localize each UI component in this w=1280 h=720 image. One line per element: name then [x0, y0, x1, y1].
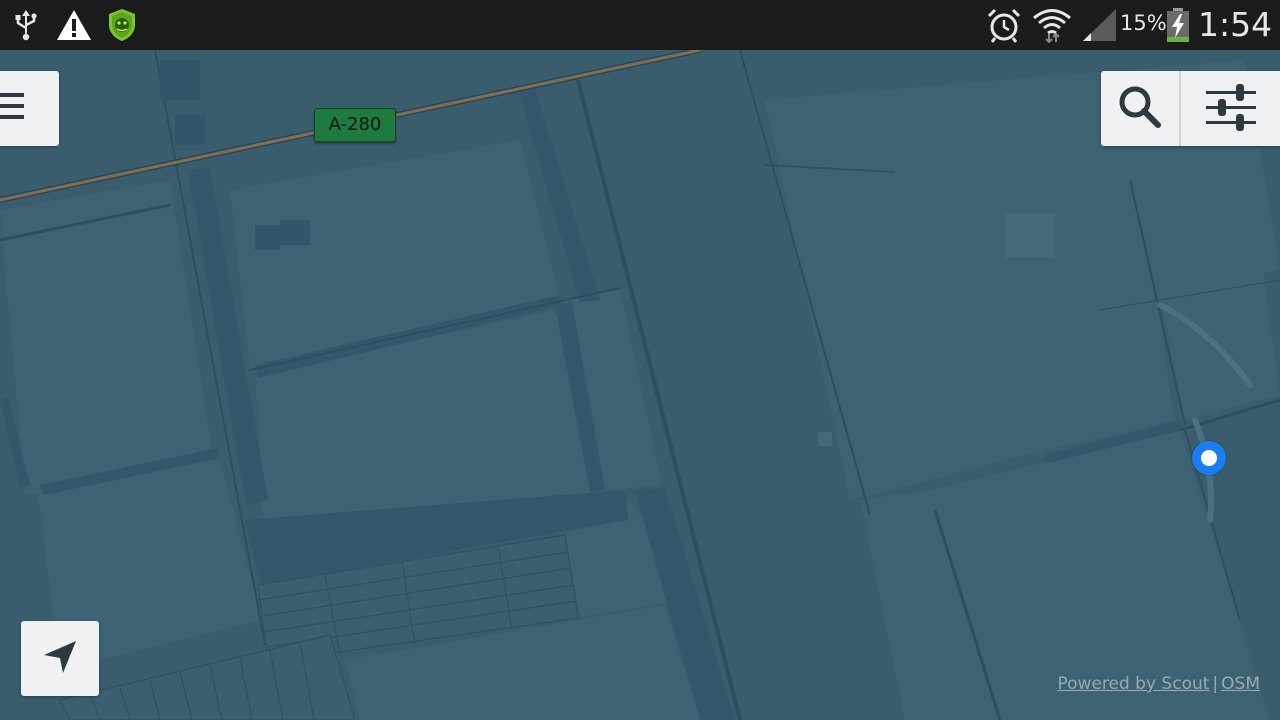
battery-percent: 15% — [1120, 11, 1167, 35]
navigate-button[interactable] — [21, 621, 99, 696]
status-bar: 15% 1:54 — [0, 0, 1280, 50]
filter-button[interactable] — [1181, 71, 1280, 146]
map-attribution: Powered by Scout | OSM — [1058, 674, 1261, 694]
hamburger-menu-icon — [0, 89, 36, 129]
antivirus-shield-icon — [106, 0, 138, 50]
current-location-dot — [1192, 441, 1226, 475]
usb-icon — [12, 0, 40, 50]
osm-link[interactable]: OSM — [1221, 674, 1260, 694]
search-icon — [1117, 84, 1163, 134]
menu-button[interactable] — [0, 71, 59, 146]
road-shield: A-280 — [314, 108, 396, 142]
map-canvas — [0, 50, 1280, 720]
map-view[interactable]: A-280 — [0, 50, 1280, 720]
wifi-icon — [1032, 0, 1072, 50]
cell-signal-icon — [1082, 0, 1118, 50]
battery-charging-icon — [1165, 0, 1191, 50]
sliders-icon — [1205, 82, 1256, 136]
attribution-separator: | — [1212, 674, 1219, 694]
navigation-arrow-icon — [40, 637, 80, 681]
top-right-toolbar — [1101, 71, 1280, 146]
powered-by-scout-link[interactable]: Powered by Scout — [1058, 674, 1210, 694]
alarm-icon — [986, 0, 1022, 50]
warning-icon — [56, 0, 92, 50]
clock: 1:54 — [1198, 5, 1273, 44]
search-button[interactable] — [1101, 71, 1179, 146]
